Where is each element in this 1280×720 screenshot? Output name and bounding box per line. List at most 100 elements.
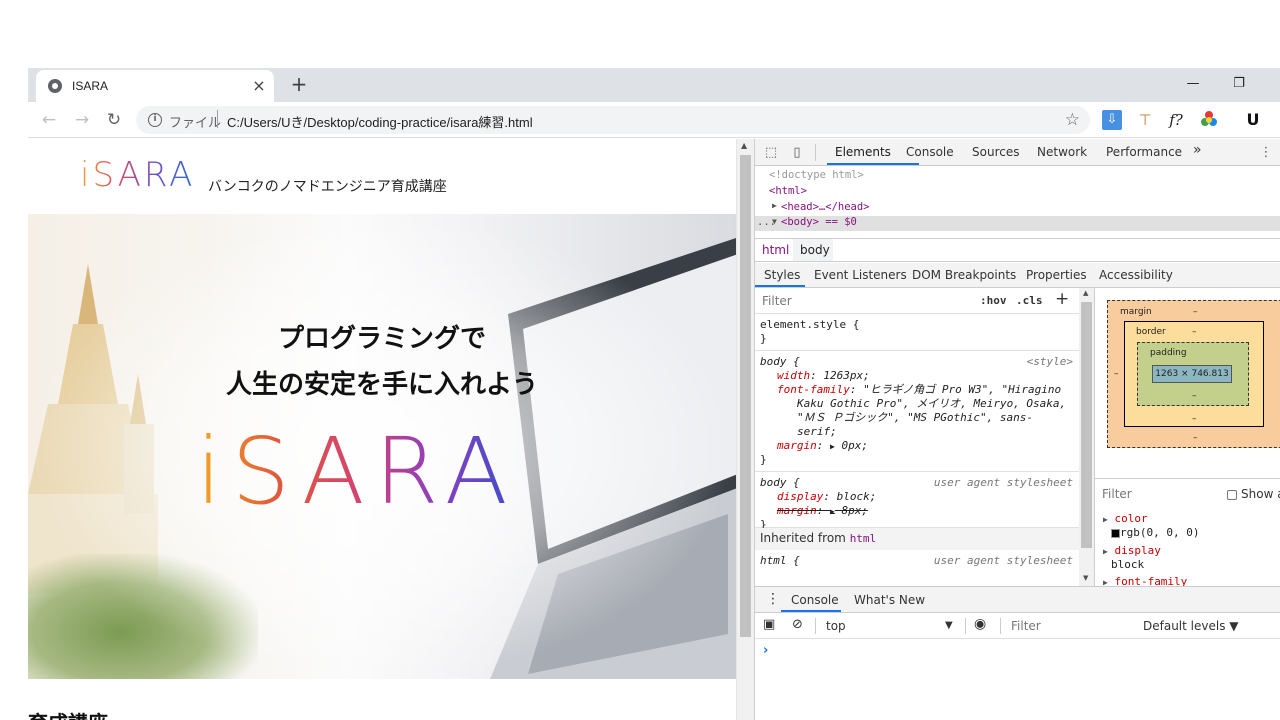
drawer-tab-whats-new[interactable]: What's New bbox=[854, 593, 925, 607]
drawer-menu-icon[interactable]: ⋮ bbox=[766, 591, 780, 607]
browser-tab[interactable]: ISARA × bbox=[36, 70, 274, 102]
context-selector[interactable]: top bbox=[826, 619, 846, 633]
computed-display[interactable]: ▶ display bbox=[1103, 544, 1161, 557]
scroll-down-icon[interactable]: ▼ bbox=[1083, 574, 1088, 582]
drawer-tab-console[interactable]: Console bbox=[791, 593, 839, 607]
kebab-menu-icon[interactable]: ⋮ bbox=[1258, 145, 1274, 161]
scrollbar-thumb[interactable] bbox=[1081, 302, 1092, 548]
url-scheme: ファイル bbox=[169, 116, 222, 131]
tab-properties[interactable]: Properties bbox=[1026, 268, 1087, 282]
tab-accessibility[interactable]: Accessibility bbox=[1099, 268, 1173, 282]
tab-styles[interactable]: Styles bbox=[764, 268, 800, 282]
tab-console[interactable]: Console bbox=[906, 145, 954, 159]
fx-extension-icon[interactable]: f? bbox=[1166, 110, 1186, 130]
back-arrow-icon[interactable]: ← bbox=[38, 110, 60, 130]
forward-arrow-icon[interactable]: → bbox=[71, 110, 93, 130]
node-body-row[interactable]: ... ▼ <body> == $0 bbox=[755, 216, 1280, 231]
show-all-toggle[interactable]: Show all bbox=[1227, 487, 1280, 501]
prop-value: 1263px; bbox=[823, 369, 870, 382]
reload-icon[interactable]: ↻ bbox=[103, 110, 125, 130]
device-toggle-icon[interactable]: ▯ bbox=[789, 145, 805, 161]
info-icon[interactable]: i bbox=[148, 113, 162, 127]
page-scrollbar[interactable]: ▲ bbox=[736, 139, 754, 720]
collapse-triangle-icon[interactable]: ▼ bbox=[772, 217, 777, 226]
rule-html-ua: html { user agent stylesheet bbox=[755, 550, 1079, 586]
expand-triangle-icon[interactable]: ▶ bbox=[1103, 547, 1108, 556]
stamp-extension-icon[interactable]: ⊤ bbox=[1135, 110, 1155, 130]
expand-triangle-icon[interactable]: ▶ bbox=[1103, 515, 1108, 524]
inherited-tag[interactable]: html bbox=[850, 532, 877, 545]
url-text[interactable]: C:/Users/Uき/Desktop/coding-practice/isar… bbox=[227, 112, 533, 131]
scroll-up-icon[interactable]: ▲ bbox=[1083, 289, 1088, 297]
divider bbox=[965, 618, 966, 634]
prop-name: width bbox=[777, 369, 811, 382]
color-swatch[interactable] bbox=[1111, 528, 1120, 538]
hov-toggle[interactable]: :hov bbox=[980, 294, 1007, 307]
rule-selector[interactable]: body { bbox=[760, 355, 800, 369]
node-doctype[interactable]: <!doctype html> bbox=[769, 169, 864, 181]
minimize-button[interactable]: — bbox=[1178, 72, 1208, 96]
checkbox[interactable] bbox=[1227, 489, 1237, 500]
log-levels-dropdown[interactable]: Default levels ▼ bbox=[1143, 619, 1239, 633]
bookmark-star-icon[interactable]: ☆ bbox=[1065, 110, 1080, 130]
computed-filter-input[interactable]: Filter bbox=[1102, 487, 1132, 501]
clear-console-icon[interactable]: ⊘ bbox=[792, 617, 803, 632]
console-filter-input[interactable]: Filter bbox=[1011, 619, 1041, 633]
tab-dom-breakpoints[interactable]: DOM Breakpoints bbox=[912, 268, 1016, 282]
globe-icon bbox=[48, 79, 62, 93]
u-extension-icon[interactable]: U bbox=[1243, 110, 1263, 130]
download-extension-icon[interactable]: ⇩ bbox=[1102, 110, 1122, 130]
prop-name: margin bbox=[777, 504, 817, 517]
rule-brace: } bbox=[760, 453, 767, 466]
box-model-padding[interactable]: padding – 1263 × 746.813 bbox=[1137, 342, 1249, 406]
expand-triangle-icon[interactable]: ▶ bbox=[830, 507, 835, 516]
active-subtab-indicator bbox=[755, 285, 805, 287]
decl-font-family[interactable]: font-family: "ヒラギノ角ゴ Pro W3", "Hiragino bbox=[777, 383, 1061, 397]
rule-selector[interactable]: element.style { bbox=[760, 318, 859, 332]
new-tab-button[interactable]: + bbox=[288, 73, 310, 95]
box-model-border[interactable]: border – – padding – 1263 × 746.813 bbox=[1124, 321, 1264, 427]
scroll-up-icon[interactable]: ▲ bbox=[741, 141, 747, 150]
expand-triangle-icon[interactable]: ▶ bbox=[830, 442, 835, 451]
box-model-content[interactable]: 1263 × 746.813 bbox=[1152, 365, 1232, 383]
color-extension-icon[interactable] bbox=[1199, 110, 1219, 130]
tab-performance[interactable]: Performance bbox=[1106, 145, 1182, 159]
node-html[interactable]: <html> bbox=[769, 185, 807, 197]
sidebar-toggle-icon[interactable]: ▣ bbox=[763, 617, 775, 632]
eye-icon[interactable]: ◉ bbox=[974, 616, 986, 632]
computed-color[interactable]: ▶ color bbox=[1103, 512, 1148, 525]
styles-scrollbar[interactable]: ▲ ▼ bbox=[1079, 288, 1094, 586]
tab-event-listeners[interactable]: Event Listeners bbox=[814, 268, 907, 282]
maximize-button[interactable]: ❐ bbox=[1224, 72, 1254, 96]
padding-bottom-value: – bbox=[1192, 391, 1197, 401]
decl-margin[interactable]: margin: ▶ 0px; bbox=[777, 439, 868, 454]
console-prompt[interactable]: › bbox=[763, 643, 768, 658]
breadcrumb-body[interactable]: body bbox=[800, 243, 830, 257]
elements-tree: <!doctype html> <html> <head>…</head> ▶ … bbox=[755, 166, 1280, 238]
cls-toggle[interactable]: .cls bbox=[1016, 294, 1043, 307]
styles-filter-input[interactable]: Filter bbox=[762, 294, 792, 308]
inspect-icon[interactable]: ⬚ bbox=[763, 145, 779, 161]
tab-network[interactable]: Network bbox=[1037, 145, 1087, 159]
more-tabs-icon[interactable]: » bbox=[1193, 142, 1202, 158]
hero-banner: プログラミングで 人生の安定を手に入れよう iSARA bbox=[28, 214, 736, 679]
new-rule-button[interactable]: + bbox=[1055, 289, 1069, 309]
rule-source-link[interactable]: <style> bbox=[1027, 355, 1073, 369]
address-bar[interactable]: i ファイル C:/Users/Uき/Desktop/coding-practi… bbox=[136, 106, 1090, 134]
tab-close-icon[interactable]: × bbox=[250, 77, 268, 95]
context-dropdown-icon[interactable]: ▼ bbox=[945, 620, 953, 631]
node-body[interactable]: <body> == $0 bbox=[781, 216, 857, 228]
margin-bottom-value: – bbox=[1193, 433, 1198, 443]
box-model-margin[interactable]: margin – – – border – – padding – 1263 ×… bbox=[1107, 300, 1280, 448]
scrollbar-thumb[interactable] bbox=[740, 155, 751, 637]
tab-elements[interactable]: Elements bbox=[835, 145, 891, 159]
tab-sources[interactable]: Sources bbox=[972, 145, 1019, 159]
expand-triangle-icon[interactable]: ▶ bbox=[772, 201, 777, 210]
site-logo[interactable]: iSARA bbox=[80, 155, 195, 195]
node-head[interactable]: <head>…</head> bbox=[781, 201, 870, 213]
rule-selector: html { bbox=[760, 554, 800, 567]
rule-body-ua: body { user agent stylesheet display: bl… bbox=[755, 472, 1079, 531]
decl-width[interactable]: width: 1263px; bbox=[777, 369, 870, 383]
breadcrumb-html[interactable]: html bbox=[762, 243, 789, 257]
console-drawer: ⋮ Console What's New ▣ ⊘ top ▼ ◉ Filter … bbox=[755, 586, 1280, 720]
